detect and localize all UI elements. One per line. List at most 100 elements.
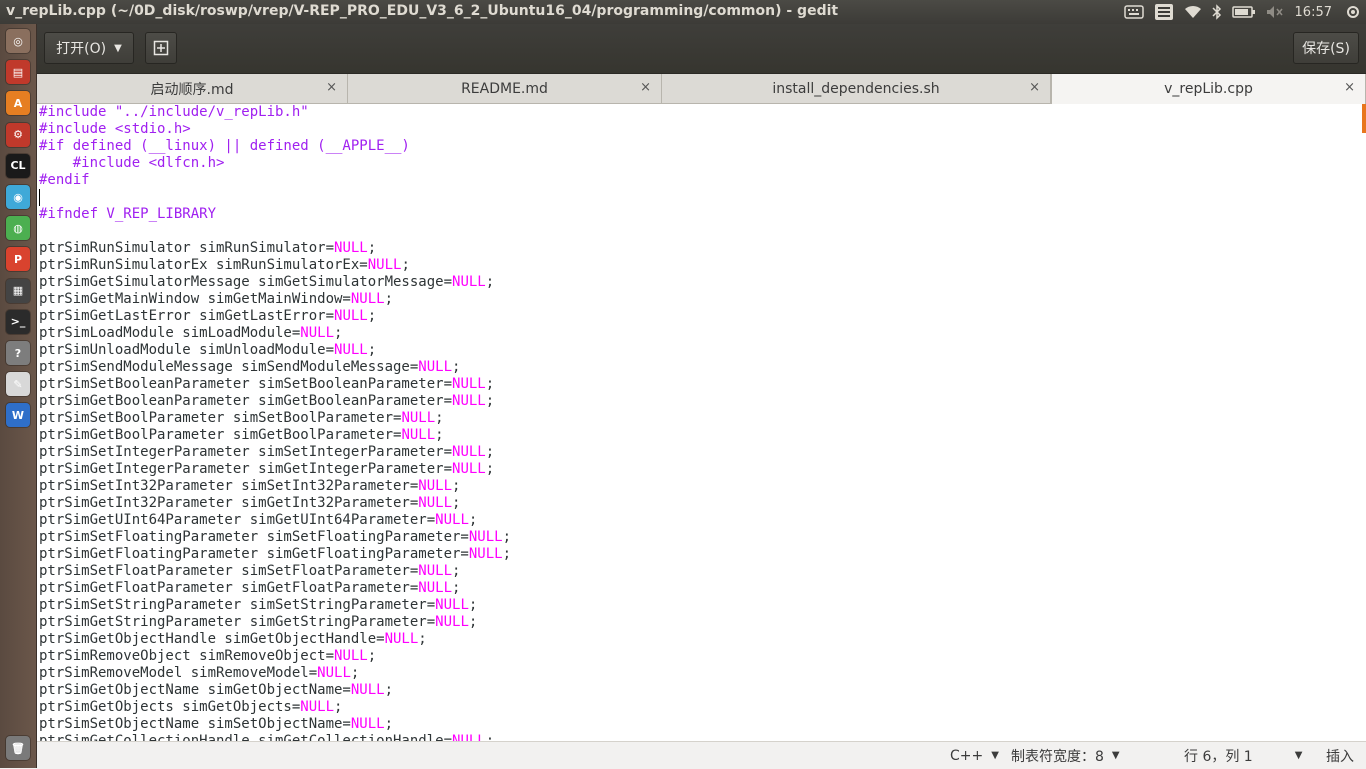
clock[interactable]: 16:57 (1295, 0, 1332, 24)
code-line[interactable]: ptrSimLoadModule simLoadModule=NULL; (39, 325, 1362, 342)
battery-icon[interactable] (1231, 0, 1256, 24)
bluetooth-icon[interactable] (1212, 0, 1222, 24)
top-panel: v_repLib.cpp (~/0D_disk/roswp/vrep/V-REP… (0, 0, 1366, 24)
indicator-area: 16:57 (1119, 0, 1366, 24)
wps-writer-icon[interactable]: W (6, 403, 30, 428)
settings-icon[interactable]: ⚙ (6, 122, 30, 147)
dash-icon[interactable]: ◎ (6, 29, 30, 53)
code-line[interactable]: #ifndef V_REP_LIBRARY (39, 206, 1362, 223)
code-line[interactable] (39, 189, 1362, 206)
code-line[interactable]: ptrSimGetSimulatorMessage simGetSimulato… (39, 274, 1362, 291)
code-line[interactable]: ptrSimGetMainWindow simGetMainWindow=NUL… (39, 291, 1362, 308)
code-line[interactable]: ptrSimGetBooleanParameter simGetBooleanP… (39, 393, 1362, 410)
code-line[interactable]: ptrSimGetInt32Parameter simGetInt32Param… (39, 495, 1362, 512)
code-line[interactable]: ptrSimSetStringParameter simSetStringPar… (39, 597, 1362, 614)
code-line[interactable]: ptrSimSetObjectName simSetObjectName=NUL… (39, 716, 1362, 733)
input-method-icon[interactable] (1154, 0, 1174, 24)
code-line[interactable]: #if defined (__linux) || defined (__APPL… (39, 138, 1362, 155)
code-line[interactable]: ptrSimRemoveObject simRemoveObject=NULL; (39, 648, 1362, 665)
launcher: ◎ ▤ A ⚙ CL ◉ ◍ P ▦ >_? ✎ W 🗑 (0, 24, 37, 768)
chevron-down-icon: ▼ (991, 750, 999, 761)
code-line[interactable]: ptrSimRunSimulator simRunSimulator=NULL; (39, 240, 1362, 257)
tab-width-label: 制表符宽度：8 (1011, 748, 1104, 765)
video-icon[interactable]: ▦ (6, 278, 30, 303)
code-line[interactable]: ptrSimGetBoolParameter simGetBoolParamet… (39, 427, 1362, 444)
insert-mode[interactable]: 插入 (1326, 742, 1354, 769)
close-icon[interactable]: × (1029, 80, 1040, 95)
code-line[interactable]: ptrSimGetFloatParameter simGetFloatParam… (39, 580, 1362, 597)
code-line[interactable] (39, 223, 1362, 240)
code-line[interactable]: ptrSimGetCollectionHandle simGetCollecti… (39, 733, 1362, 741)
software-center-icon[interactable]: A (6, 91, 30, 116)
code-line[interactable]: ptrSimSetFloatingParameter simSetFloatin… (39, 529, 1362, 546)
code-line[interactable]: ptrSimGetObjectName simGetObjectName=NUL… (39, 682, 1362, 699)
code-line[interactable]: ptrSimGetUInt64Parameter simGetUInt64Par… (39, 512, 1362, 529)
power-gear-icon[interactable] (1345, 0, 1361, 24)
terminal-icon[interactable]: >_ (6, 309, 30, 334)
tab-label: 启动顺序.md (150, 81, 234, 98)
tab-width-selector[interactable]: 制表符宽度：8 ▼ (1011, 742, 1120, 769)
tab-bar: 启动顺序.md × README.md × install_dependenci… (37, 74, 1366, 104)
open-button-label: 打开(O) (56, 41, 107, 57)
code-line[interactable]: #include <dlfcn.h> (39, 155, 1362, 172)
tab-readme[interactable]: README.md × (348, 74, 662, 103)
code-line[interactable]: ptrSimSetInt32Parameter simSetInt32Param… (39, 478, 1362, 495)
cursor-position[interactable]: 行 6，列 1 ▼ (1184, 742, 1302, 769)
code-line[interactable]: ptrSimGetObjectHandle simGetObjectHandle… (39, 631, 1362, 648)
code-line[interactable]: ptrSimSetFloatParameter simSetFloatParam… (39, 563, 1362, 580)
language-selector[interactable]: C++ ▼ (950, 742, 999, 769)
chevron-down-icon: ▼ (1294, 750, 1303, 761)
code-line[interactable]: ptrSimSetBooleanParameter simSetBooleanP… (39, 376, 1362, 393)
text-editor-icon[interactable]: ✎ (6, 372, 30, 397)
keyboard-icon[interactable] (1123, 0, 1144, 24)
tab-v-replib[interactable]: v_repLib.cpp × (1051, 74, 1366, 104)
close-icon[interactable]: × (640, 80, 651, 95)
chrome-icon[interactable]: ◍ (6, 216, 30, 241)
scrollbar-thumb[interactable] (1362, 104, 1366, 133)
code-line[interactable]: #endif (39, 172, 1362, 189)
code-line[interactable]: ptrSimGetObjects simGetObjects=NULL; (39, 699, 1362, 716)
code-line[interactable]: ptrSimRemoveModel simRemoveModel=NULL; (39, 665, 1362, 682)
text-caret (39, 189, 40, 206)
wifi-icon[interactable] (1184, 0, 1202, 24)
tab-label: install_dependencies.sh (772, 80, 940, 97)
unknown-app-icon[interactable]: ? (6, 341, 30, 365)
open-button[interactable]: 打开(O) ▼ (44, 32, 134, 64)
trash-icon[interactable]: 🗑 (6, 736, 30, 760)
tab-install-dependencies[interactable]: install_dependencies.sh × (662, 74, 1051, 103)
status-bar: C++ ▼ 制表符宽度：8 ▼ 行 6，列 1 ▼ 插入 (37, 741, 1366, 769)
clion-icon[interactable]: CL (6, 153, 30, 178)
code-line[interactable]: ptrSimUnloadModule simUnloadModule=NULL; (39, 342, 1362, 359)
chevron-down-icon: ▼ (1111, 750, 1120, 761)
files-icon[interactable]: ▤ (6, 60, 30, 85)
save-button[interactable]: 保存(S) (1293, 32, 1359, 64)
wechat-icon[interactable]: ◉ (6, 185, 30, 209)
tab-label: v_repLib.cpp (1164, 81, 1253, 97)
close-icon[interactable]: × (326, 80, 337, 95)
code-line[interactable]: #include <stdio.h> (39, 121, 1362, 138)
code-line[interactable]: ptrSimGetFloatingParameter simGetFloatin… (39, 546, 1362, 563)
code-line[interactable]: ptrSimRunSimulatorEx simRunSimulatorEx=N… (39, 257, 1362, 274)
chevron-down-icon: ▼ (114, 42, 122, 54)
new-tab-button[interactable] (145, 32, 177, 64)
wps-presentation-icon[interactable]: P (6, 247, 30, 272)
volume-muted-icon[interactable] (1266, 0, 1284, 24)
code-line[interactable]: ptrSimGetIntegerParameter simGetIntegerP… (39, 461, 1362, 478)
code-text[interactable]: #include "../include/v_repLib.h" #include… (37, 104, 1362, 741)
tab-startup-order[interactable]: 启动顺序.md × (37, 74, 348, 103)
tab-label: README.md (461, 80, 548, 97)
code-line[interactable]: ptrSimGetLastError simGetLastError=NULL; (39, 308, 1362, 325)
code-line[interactable]: ptrSimSetIntegerParameter simSetIntegerP… (39, 444, 1362, 461)
code-line[interactable]: #include "../include/v_repLib.h" (39, 104, 1362, 121)
vertical-scrollbar[interactable] (1362, 104, 1366, 741)
window-title: v_repLib.cpp (~/0D_disk/roswp/vrep/V-REP… (6, 3, 839, 19)
language-label: C++ (950, 747, 984, 764)
code-editor[interactable]: #include "../include/v_repLib.h" #include… (37, 104, 1362, 741)
new-tab-icon (153, 40, 169, 56)
close-icon[interactable]: × (1344, 80, 1355, 95)
code-line[interactable]: ptrSimGetStringParameter simGetStringPar… (39, 614, 1362, 631)
header-bar: 打开(O) ▼ 保存(S) (37, 24, 1366, 74)
cursor-position-label: 行 6，列 1 (1184, 748, 1253, 765)
code-line[interactable]: ptrSimSetBoolParameter simSetBoolParamet… (39, 410, 1362, 427)
code-line[interactable]: ptrSimSendModuleMessage simSendModuleMes… (39, 359, 1362, 376)
